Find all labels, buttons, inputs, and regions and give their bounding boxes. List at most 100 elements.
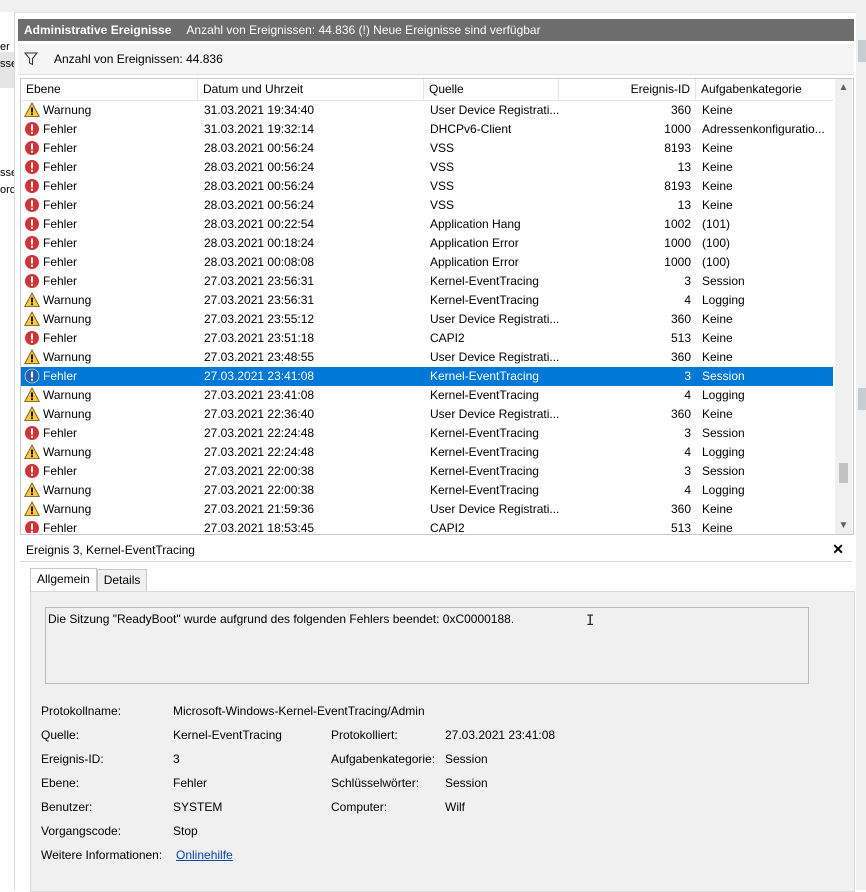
warning-icon (24, 291, 40, 308)
table-row[interactable]: Fehler 28.03.2021 00:56:24 VSS 13 Keine (21, 158, 833, 177)
cell-event-id: 4 (684, 483, 691, 497)
cell-source: CAPI2 (430, 331, 465, 345)
level-text: Fehler (43, 255, 78, 269)
cell-level: Warnung (24, 481, 194, 500)
cell-level: Fehler (24, 253, 194, 272)
cell-level: Fehler (24, 234, 194, 253)
cell-level: Fehler (24, 424, 194, 443)
cell-task-category: Keine (702, 198, 733, 212)
cell-level: Fehler (24, 177, 194, 196)
event-list-scrollbar[interactable]: ▲ ▼ (835, 79, 852, 534)
level-text: Warnung (43, 502, 92, 516)
event-detail-header: Ereignis 3, Kernel-EventTracing ✕ (20, 539, 852, 562)
table-row[interactable]: Warnung 27.03.2021 22:36:40 User Device Re… (21, 405, 833, 424)
level-text: Warnung (43, 312, 92, 326)
level-text: Warnung (43, 445, 92, 459)
table-row[interactable]: Warnung 27.03.2021 22:24:48 Kernel-EventTr… (21, 443, 833, 462)
cell-task-category: Keine (702, 331, 733, 345)
error-icon (24, 330, 40, 346)
event-list[interactable]: Ebene Datum und Uhrzeit Quelle Ereignis-… (20, 78, 854, 535)
cell-source: Kernel-EventTracing (430, 426, 539, 440)
cell-task-category: Adressenkonfiguratio... (702, 122, 825, 136)
cell-level: Warnung (24, 348, 194, 367)
level-text: Fehler (43, 521, 78, 533)
cell-task-category: (100) (702, 236, 731, 250)
error-icon (24, 159, 40, 175)
value-protokolliert: 27.03.2021 23:41:08 (445, 728, 556, 742)
error-icon (24, 178, 40, 194)
cell-task-category: Keine (702, 521, 733, 533)
table-row[interactable]: Fehler 28.03.2021 00:18:24 Application Err… (21, 234, 833, 253)
level-text: Fehler (43, 217, 78, 231)
table-row[interactable]: Warnung 27.03.2021 23:41:08 Kernel-EventTr… (21, 386, 833, 405)
error-icon (24, 121, 40, 137)
cell-level: Fehler (24, 367, 194, 386)
tab-allgemein[interactable]: Allgemein (30, 568, 97, 591)
cell-level: Warnung (24, 291, 194, 310)
actions-pane-edge[interactable] (856, 12, 866, 890)
scrollbar-thumb[interactable] (839, 463, 848, 483)
cell-date: 31.03.2021 19:34:40 (204, 103, 315, 117)
cell-level: Fehler (24, 196, 194, 215)
window-top-strip (0, 0, 866, 13)
cell-date: 28.03.2021 00:56:24 (204, 198, 315, 212)
table-row[interactable]: Fehler 27.03.2021 22:24:48 Kernel-EventTra… (21, 424, 833, 443)
table-row[interactable]: Fehler 28.03.2021 00:56:24 VSS 13 Keine (21, 196, 833, 215)
cell-source: Kernel-EventTracing (430, 445, 539, 459)
cell-event-id: 1000 (664, 255, 691, 269)
table-row[interactable]: Warnung 27.03.2021 23:48:55 User Device Re… (21, 348, 833, 367)
warning-icon (24, 443, 40, 460)
tab-details[interactable]: Details (96, 569, 148, 591)
view-header: Administrative Ereignisse Anzahl von Ere… (18, 19, 854, 41)
cell-event-id: 8193 (664, 179, 691, 193)
table-row[interactable]: Fehler 28.03.2021 00:56:24 VSS 8193 Keine (21, 177, 833, 196)
console-tree-pane[interactable]: er sse sse orc (0, 12, 15, 890)
column-header-source[interactable]: Quelle (424, 79, 559, 100)
table-row-selected[interactable]: Fehler 27.03.2021 23:41:08 Kernel-EventTra… (21, 367, 833, 386)
level-text: Fehler (43, 369, 78, 383)
online-help-link[interactable]: Onlinehilfe (176, 848, 233, 862)
table-row[interactable]: Fehler 28.03.2021 00:56:24 VSS 8193 Keine (21, 139, 833, 158)
table-row[interactable]: Warnung 27.03.2021 23:55:12 User Device Re… (21, 310, 833, 329)
cell-date: 28.03.2021 00:22:54 (204, 217, 315, 231)
cell-date: 27.03.2021 23:41:08 (204, 388, 315, 402)
table-row[interactable]: Fehler 28.03.2021 00:08:08 Application Err… (21, 253, 833, 272)
level-text: Fehler (43, 160, 78, 174)
view-event-count-info: Anzahl von Ereignissen: 44.836 (!) Neue … (186, 23, 541, 37)
scroll-down-arrow-icon[interactable]: ▼ (835, 517, 852, 534)
cell-event-id: 513 (670, 331, 691, 345)
table-row[interactable]: Fehler 28.03.2021 00:22:54 Application Han… (21, 215, 833, 234)
cell-level: Warnung (24, 310, 194, 329)
table-row[interactable]: Warnung 27.03.2021 23:56:31 Kernel-EventTr… (21, 291, 833, 310)
console-tree-text: orc (0, 184, 15, 196)
table-row[interactable]: Fehler 27.03.2021 18:53:45 CAPI2 513 Keine (21, 519, 833, 533)
event-message-box[interactable]: Die Sitzung "ReadyBoot" wurde aufgrund d… (45, 607, 809, 684)
scroll-up-arrow-icon[interactable]: ▲ (835, 79, 852, 96)
cell-level: Fehler (24, 329, 194, 348)
filter-icon[interactable] (24, 52, 38, 66)
cell-source: VSS (430, 160, 455, 174)
warning-icon (24, 386, 40, 403)
column-header-event-id[interactable]: Ereignis-ID (559, 79, 696, 100)
cell-source: User Device Registrati... (430, 407, 560, 421)
cell-date: 27.03.2021 23:41:08 (204, 369, 315, 383)
actions-pane-block (858, 388, 866, 410)
cell-task-category: Keine (702, 350, 733, 364)
table-row[interactable]: Fehler 31.03.2021 19:32:14 DHCPv6-Client 10… (21, 120, 833, 139)
cell-level: Fehler (24, 272, 194, 291)
column-header-level[interactable]: Ebene (21, 79, 198, 100)
value-vorgangscode: Stop (173, 824, 198, 838)
column-header-date[interactable]: Datum und Uhrzeit (198, 79, 424, 100)
table-row[interactable]: Warnung 27.03.2021 21:59:36 User Device Re… (21, 500, 833, 519)
close-icon[interactable]: ✕ (832, 541, 844, 558)
error-icon (24, 520, 40, 533)
cell-level: Warnung (24, 443, 194, 462)
table-row[interactable]: Fehler 27.03.2021 23:56:31 Kernel-EventTra… (21, 272, 833, 291)
cell-level: Fehler (24, 120, 194, 139)
table-row[interactable]: Warnung 31.03.2021 19:34:40 User Device Re… (21, 101, 833, 120)
table-row[interactable]: Fehler 27.03.2021 23:51:18 CAPI2 513 Keine (21, 329, 833, 348)
column-header-task-category[interactable]: Aufgabenkategorie (696, 79, 833, 100)
cell-date: 28.03.2021 00:56:24 (204, 160, 315, 174)
table-row[interactable]: Warnung 27.03.2021 22:00:38 Kernel-EventTr… (21, 481, 833, 500)
table-row[interactable]: Fehler 27.03.2021 22:00:38 Kernel-EventTra… (21, 462, 833, 481)
